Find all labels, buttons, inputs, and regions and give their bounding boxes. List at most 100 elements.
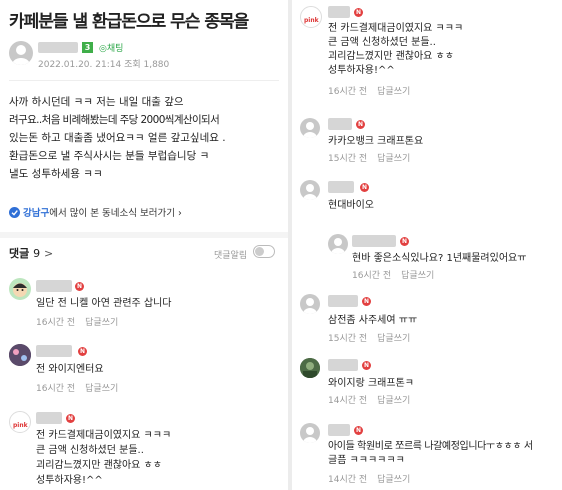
cartoon-face-icon (13, 283, 27, 297)
post-date: 2022.01.20. 21:14 (38, 60, 122, 70)
comment-time: 15시간 전 (328, 154, 368, 164)
reply-button[interactable]: 답글쓰기 (377, 87, 410, 97)
comment-notify-label: 댓글알림 (214, 251, 248, 261)
comment-time: 16시간 전 (36, 384, 76, 394)
comment-line: 전 카드결제대금이였지요 ㅋㅋㅋ (36, 430, 172, 441)
reply-button[interactable]: 답글쓰기 (377, 154, 410, 164)
commenter-name-blurred (328, 118, 352, 130)
commenter-avatar[interactable] (9, 344, 31, 366)
chevron-right-icon: > (43, 247, 54, 260)
comment-meta: 15시간 전 답글쓰기 (328, 331, 410, 344)
comment-line: 글픔 ㅋㅋㅋㅋㅋㅋ (328, 455, 405, 466)
comment-text: 일단 전 니켈 아연 관련주 삽니다 (36, 298, 172, 309)
avatar-logo: pink (304, 17, 319, 24)
author-avatar[interactable] (9, 41, 33, 65)
commenter-name-blurred (36, 345, 72, 357)
comment-time: 16시간 전 (328, 87, 368, 97)
comment-text: 와이지랑 크래프톤ㅋ (328, 378, 414, 389)
comment-line: 큰 금액 신청하셨던 분들.. (36, 445, 144, 456)
post-meta: 2022.01.20. 21:14 조회 1,880 (38, 57, 169, 70)
comment-text: 현바 좋은소식있나요? 1년째물려있어요ㅠ (352, 253, 527, 264)
comment-line: 전 카드결제대금이였지요 ㅋㅋㅋ (328, 23, 464, 34)
body-line: 사까 하시던데 ㅋㅋ 저는 내일 대출 갚으 (9, 96, 184, 108)
commenter-avatar[interactable] (300, 358, 320, 378)
comment-text: 전 와이지엔터요 (36, 364, 104, 375)
reply-button[interactable]: 답글쓰기 (377, 475, 410, 485)
comment-text: 전 카드결제대금이였지요 ㅋㅋㅋ 큰 금액 신청하셨던 분들.. 괴리감느꼈지만… (36, 428, 171, 488)
commenter-name-blurred (36, 280, 72, 292)
new-badge: N (362, 361, 371, 370)
commenter-name-blurred (328, 181, 354, 193)
comments-count: 9 (33, 247, 41, 260)
comment-notify-toggle[interactable] (253, 245, 275, 258)
comments-header[interactable]: 댓글 9 > (9, 245, 53, 261)
new-badge: N (66, 414, 75, 423)
user-icon (303, 184, 317, 200)
commenter-avatar[interactable] (300, 118, 320, 138)
comment-text: 현대바이오 (328, 200, 374, 211)
comment-line: 괴리감느꼈지만 괜찮아요 ㅎㅎ (328, 51, 454, 62)
comment-meta: 16시간 전 답글쓰기 (328, 84, 410, 97)
commenter-avatar[interactable] (9, 278, 31, 300)
user-icon (303, 298, 317, 314)
commenter-name-blurred (328, 6, 350, 18)
comment-line: 성투하자용!^^ (36, 475, 103, 486)
neighborhood-suffix: 에서 많이 본 동네소식 보러가기 › (49, 208, 182, 219)
new-badge: N (362, 297, 371, 306)
comment-line: 성투하자용!^^ (328, 65, 395, 76)
body-line: 려구요..처음 비례해봤는데 주당 2000씩계산이되서 (9, 114, 220, 126)
chat-icon: ◎ (99, 44, 107, 54)
user-icon (12, 45, 30, 65)
commenter-name-blurred (328, 424, 350, 436)
comment-meta: 16시간 전 답글쓰기 (36, 315, 118, 328)
comment-text: 카카오뱅크 크래프톤요 (328, 136, 424, 147)
commenter-name-blurred (352, 235, 396, 247)
commenter-avatar[interactable] (300, 180, 320, 200)
comment-meta: 16시간 전 답글쓰기 (36, 381, 118, 394)
reply-button[interactable]: 답글쓰기 (85, 384, 118, 394)
chat-tag-label: 채팅 (106, 44, 124, 54)
new-badge: N (360, 183, 369, 192)
avatar-logo: pink (13, 422, 28, 429)
reply-button[interactable]: 답글쓰기 (85, 318, 118, 328)
new-badge: N (354, 426, 363, 435)
photo-avatar-icon (9, 344, 31, 366)
comment-time: 16시간 전 (36, 318, 76, 328)
commenter-avatar[interactable] (300, 423, 320, 443)
reply-button[interactable]: 답글쓰기 (377, 396, 410, 406)
comment-text: 전 카드결제대금이였지요 ㅋㅋㅋ 큰 금액 신청하셨던 분들.. 괴리감느꼈지만… (328, 22, 463, 78)
chat-tag[interactable]: ◎채팅 (99, 41, 123, 54)
comment-meta: 16시간 전 답글쓰기 (352, 268, 434, 281)
comment-line: 괴리감느꼈지만 괜찮아요 ㅎㅎ (36, 460, 162, 471)
user-icon (331, 238, 345, 254)
commenter-avatar[interactable]: pink (300, 6, 322, 28)
level-badge: 3 (82, 42, 93, 53)
verified-check-icon (9, 207, 20, 218)
commenter-avatar[interactable]: pink (9, 411, 31, 433)
comment-meta: 15시간 전 답글쓰기 (328, 151, 410, 164)
comment-time: 16시간 전 (352, 271, 392, 281)
commenter-name-blurred (328, 359, 358, 371)
author-name-blurred (38, 42, 78, 53)
commenter-avatar[interactable] (300, 294, 320, 314)
post-panel: 카페분들 낼 환급돈으로 무슨 종목을 3 ◎채팅 2022.01.20. 21… (0, 0, 288, 490)
comments-panel: pink N 전 카드결제대금이였지요 ㅋㅋㅋ 큰 금액 신청하셨던 분들.. … (292, 0, 562, 490)
photo-avatar-icon (300, 358, 320, 378)
comment-time: 14시간 전 (328, 475, 368, 485)
new-badge: N (75, 282, 84, 291)
reply-button[interactable]: 답글쓰기 (377, 334, 410, 344)
comment-time: 14시간 전 (328, 396, 368, 406)
neighborhood-link[interactable]: 강남구에서 많이 본 동네소식 보러가기 › (9, 205, 182, 219)
comment-meta: 14시간 전 답글쓰기 (328, 472, 410, 485)
comment-line: 아이들 학원비로 쪼르륵 나갈예정입니다ㅜㅎㅎㅎ 서 (328, 441, 533, 452)
comment-text: 아이들 학원비로 쪼르륵 나갈예정입니다ㅜㅎㅎㅎ 서 글픔 ㅋㅋㅋㅋㅋㅋ (328, 440, 533, 468)
body-line: 있는돈 하고 대출좀 냈어요ㅋㅋ 얼른 갚고싶네요 . (9, 132, 226, 144)
reply-button[interactable]: 답글쓰기 (401, 271, 434, 281)
body-line: 낼도 성투하세용 ㅋㅋ (9, 168, 103, 180)
post-views: 조회 1,880 (124, 60, 170, 70)
post-body: 사까 하시던데 ㅋㅋ 저는 내일 대출 갚으 려구요..처음 비례해봤는데 주당… (9, 93, 284, 183)
comment-line: 큰 금액 신청하셨던 분들.. (328, 37, 436, 48)
new-badge: N (354, 8, 363, 17)
body-line: 환급돈으로 낼 주식사시는 분들 부럽습니당 ㅋ (9, 150, 210, 162)
commenter-avatar[interactable] (328, 234, 348, 254)
